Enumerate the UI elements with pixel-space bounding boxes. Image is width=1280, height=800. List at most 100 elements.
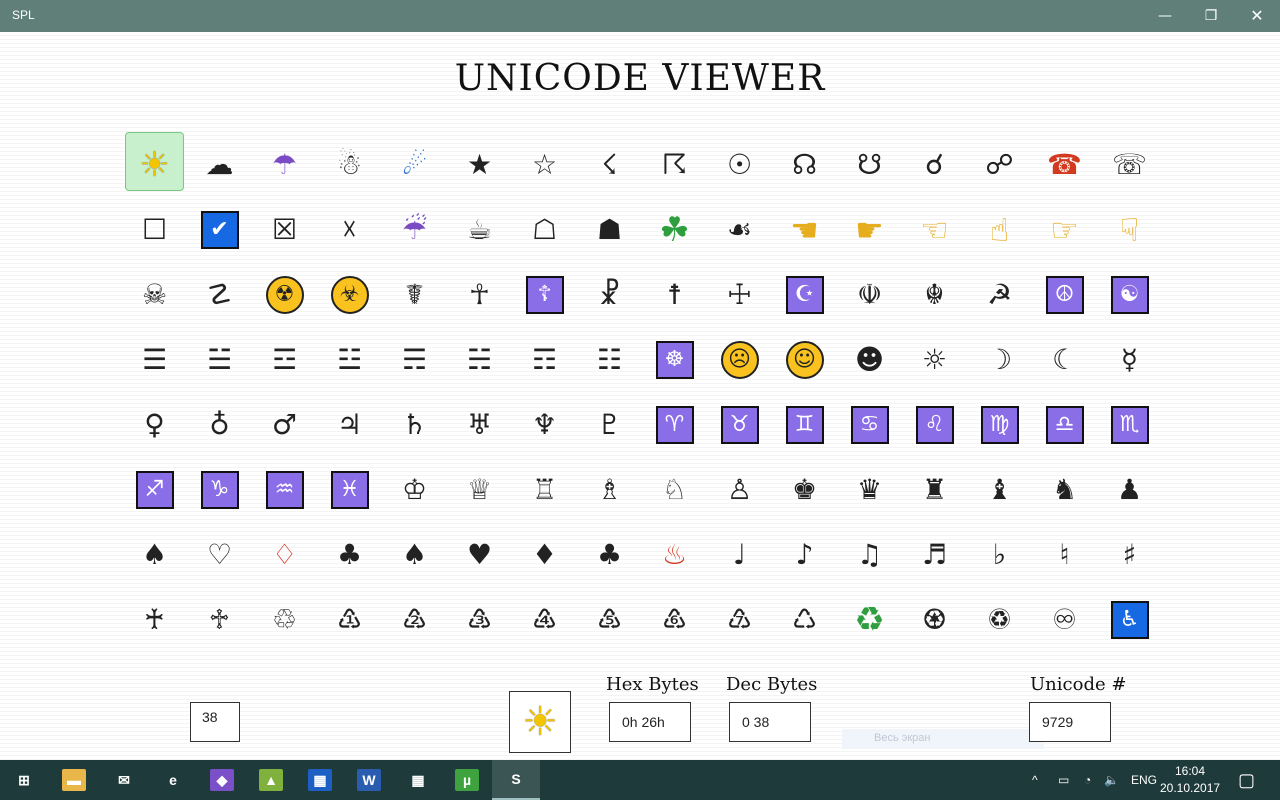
word-icon[interactable]: W (345, 760, 393, 800)
char-cell[interactable]: ☕ (447, 197, 512, 262)
char-cell[interactable]: ♺ (772, 587, 837, 652)
char-cell[interactable]: ♆ (512, 392, 577, 457)
char-cell[interactable]: ♢ (252, 522, 317, 587)
spl-app-icon[interactable]: S (492, 760, 540, 800)
char-cell[interactable]: ♯ (1097, 522, 1162, 587)
char-cell[interactable]: ☐ (122, 197, 187, 262)
char-cell[interactable]: ♋ (837, 392, 902, 457)
char-cell[interactable]: ♸ (642, 587, 707, 652)
char-cell[interactable]: ♅ (447, 392, 512, 457)
char-cell[interactable]: ☮ (1032, 262, 1097, 327)
char-cell[interactable]: ♂ (252, 392, 317, 457)
char-cell[interactable]: ♰ (122, 587, 187, 652)
char-cell[interactable]: ☱ (187, 327, 252, 392)
char-cell[interactable]: ☦ (512, 262, 577, 327)
char-cell[interactable]: ☸ (642, 327, 707, 392)
char-cell[interactable]: ♇ (577, 392, 642, 457)
char-cell[interactable]: ☈ (642, 132, 707, 197)
char-cell[interactable]: ☒ (252, 197, 317, 262)
char-cell[interactable]: ♬ (902, 522, 967, 587)
char-cell[interactable]: ♡ (187, 522, 252, 587)
char-cell[interactable]: ★ (447, 132, 512, 197)
char-cell[interactable]: ☉ (707, 132, 772, 197)
battery-icon[interactable]: ▭ (1058, 760, 1069, 800)
close-button[interactable]: ✕ (1234, 0, 1280, 32)
dec-bytes-field[interactable]: 0 38 (729, 702, 811, 742)
minimize-button[interactable]: — (1142, 0, 1188, 32)
char-cell[interactable]: ♎ (1032, 392, 1097, 457)
char-cell[interactable]: ♌ (902, 392, 967, 457)
char-cell[interactable]: ♣ (317, 522, 382, 587)
char-cell[interactable]: ♴ (382, 587, 447, 652)
visual-studio-icon[interactable]: ◆ (198, 760, 246, 800)
char-cell[interactable]: ♮ (1032, 522, 1097, 587)
char-cell[interactable]: ♚ (772, 457, 837, 522)
char-cell[interactable]: ☻ (837, 327, 902, 392)
char-cell[interactable]: ♓ (317, 457, 382, 522)
char-cell[interactable]: ☽ (967, 327, 1032, 392)
char-cell[interactable]: ☌ (902, 132, 967, 197)
char-cell[interactable]: ☞ (1032, 197, 1097, 262)
char-cell[interactable]: ☰ (122, 327, 187, 392)
start-button[interactable]: ⊞ (0, 760, 48, 800)
char-cell[interactable]: ♏ (1097, 392, 1162, 457)
char-cell[interactable]: ☳ (317, 327, 382, 392)
char-cell[interactable]: ☎ (1032, 132, 1097, 197)
file-explorer-icon[interactable]: ▬ (50, 760, 98, 800)
char-cell[interactable]: ☢ (252, 262, 317, 327)
image-editor-icon[interactable]: ▲ (247, 760, 295, 800)
char-cell[interactable]: ♞ (1032, 457, 1097, 522)
char-cell[interactable]: ☓ (317, 197, 382, 262)
char-cell[interactable]: ☬ (902, 262, 967, 327)
volume-icon[interactable]: 🔈 (1104, 760, 1119, 800)
char-cell[interactable]: ☆ (512, 132, 577, 197)
char-cell[interactable]: ☔ (382, 197, 447, 262)
calculator-icon[interactable]: ▦ (394, 760, 442, 800)
char-cell[interactable]: ♙ (707, 457, 772, 522)
char-cell[interactable]: ♟ (1097, 457, 1162, 522)
char-cell[interactable]: ♑ (187, 457, 252, 522)
char-cell[interactable]: ♵ (447, 587, 512, 652)
char-cell[interactable]: ☚ (772, 197, 837, 262)
index-field[interactable]: 38 (190, 702, 240, 742)
char-cell[interactable]: ♥ (447, 522, 512, 587)
char-cell[interactable]: ☺ (772, 327, 837, 392)
char-cell[interactable]: ☁ (187, 132, 252, 197)
char-cell[interactable]: ☟ (1097, 197, 1162, 262)
char-cell[interactable]: ♃ (317, 392, 382, 457)
char-cell[interactable]: ♖ (512, 457, 577, 522)
char-cell[interactable]: ♣ (577, 522, 642, 587)
char-cell[interactable]: ☣ (317, 262, 382, 327)
char-cell[interactable]: ♼ (902, 587, 967, 652)
hex-bytes-field[interactable]: 0h 26h (609, 702, 691, 742)
clock[interactable]: 16:04 20.10.2017 (1160, 763, 1220, 797)
char-cell[interactable]: ☫ (837, 262, 902, 327)
char-cell[interactable]: ♭ (967, 522, 1032, 587)
char-cell[interactable]: ☿ (1097, 327, 1162, 392)
char-cell[interactable]: ☷ (577, 327, 642, 392)
char-cell[interactable]: ♶ (512, 587, 577, 652)
network-icon[interactable]: ◔ (1084, 760, 1091, 800)
film-icon[interactable]: ▦ (296, 760, 344, 800)
char-cell[interactable]: ☪ (772, 262, 837, 327)
char-cell[interactable]: ☼ (902, 327, 967, 392)
edge-icon[interactable]: e (149, 760, 197, 800)
char-cell[interactable]: ♨ (642, 522, 707, 587)
char-cell[interactable]: ☝ (967, 197, 1032, 262)
char-cell[interactable]: ☀ (122, 132, 187, 197)
char-cell[interactable]: ☯ (1097, 262, 1162, 327)
char-cell[interactable]: ♠ (382, 522, 447, 587)
char-cell[interactable]: ♱ (187, 587, 252, 652)
tray-show-hidden-icon[interactable]: ^ (1032, 760, 1038, 800)
char-cell[interactable]: ♠ (122, 522, 187, 587)
char-cell[interactable]: ♊ (772, 392, 837, 457)
char-cell[interactable]: ☖ (512, 197, 577, 262)
language-indicator[interactable]: ENG (1131, 760, 1157, 800)
char-cell[interactable]: ☾ (1032, 327, 1097, 392)
char-cell[interactable]: ☇ (577, 132, 642, 197)
char-cell[interactable]: ♻ (837, 587, 902, 652)
char-cell[interactable]: ☨ (642, 262, 707, 327)
char-cell[interactable]: ☶ (512, 327, 577, 392)
char-cell[interactable]: ☩ (707, 262, 772, 327)
char-cell[interactable]: ♪ (772, 522, 837, 587)
